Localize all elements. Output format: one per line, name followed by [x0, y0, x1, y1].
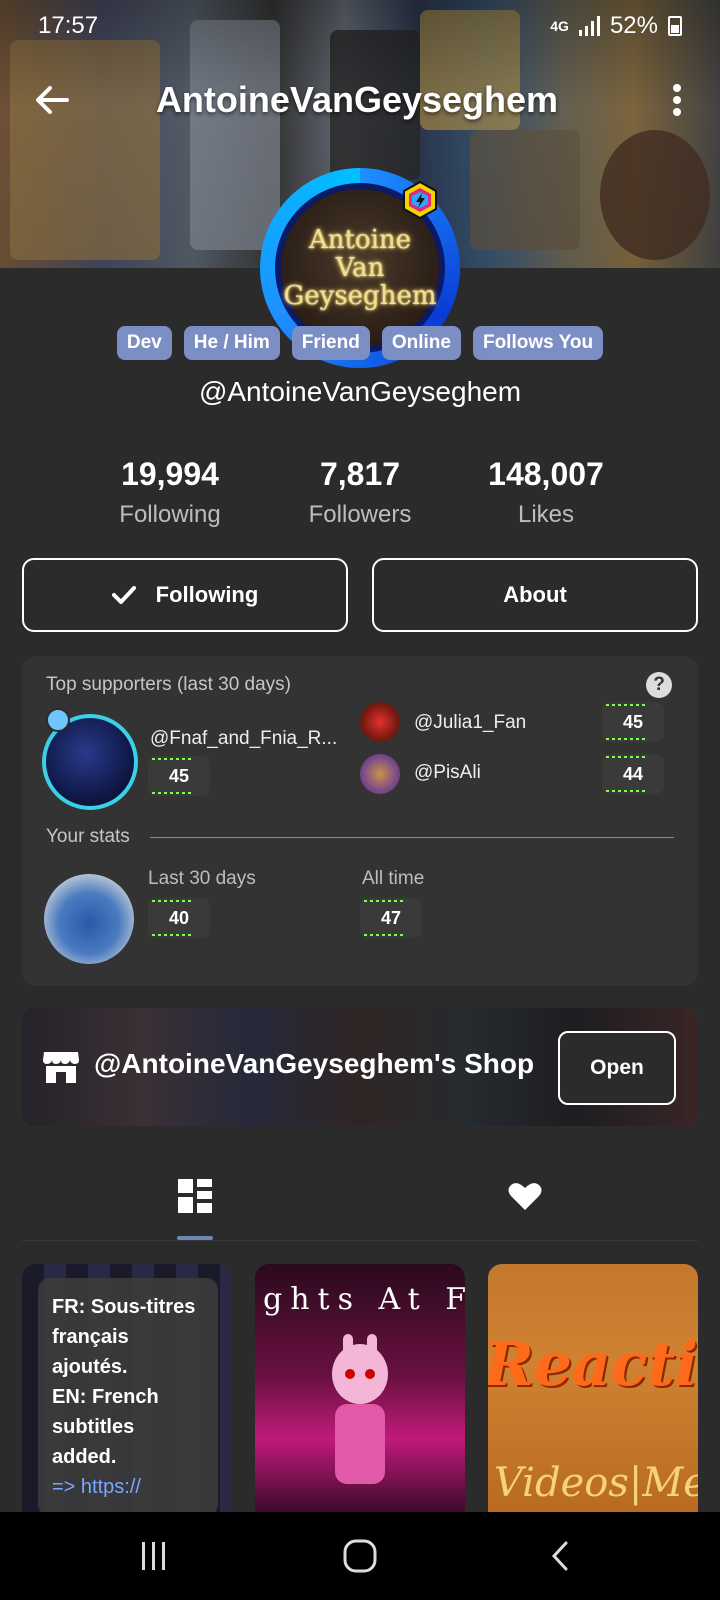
followers-count: 7,817: [319, 456, 401, 492]
avatar-text-1: Antoine: [308, 225, 412, 255]
following-label: Following: [119, 501, 221, 528]
supporter-points: 44: [602, 754, 664, 794]
tag-follows-you: Follows You: [472, 326, 604, 360]
supporter-points: 45: [602, 702, 664, 742]
supporter-avatar[interactable]: [360, 702, 400, 742]
help-icon[interactable]: ?: [646, 672, 672, 698]
last-30-days-label: Last 30 days: [148, 868, 256, 889]
description-line: EN: French: [52, 1386, 159, 1408]
profile-handle: @AntoineVanGeyseghem: [198, 376, 522, 407]
tag-dev: Dev: [116, 326, 172, 360]
tag-friend: Friend: [291, 326, 370, 360]
about-button-label: About: [503, 582, 567, 607]
video-tile[interactable]: FR: Sous-titres français ajoutés. EN: Fr…: [22, 1264, 232, 1514]
avatar-text-3: Geyseghem: [283, 281, 437, 311]
your-stats-label: Your stats: [46, 826, 130, 847]
grid-icon: [178, 1179, 212, 1213]
tag-online: Online: [381, 326, 461, 360]
stat-following[interactable]: 19,994 Following: [80, 456, 260, 529]
supporter-badge-icon: [46, 708, 70, 732]
more-vertical-icon: [673, 84, 681, 116]
supporter-name[interactable]: @PisAli: [414, 762, 481, 784]
description-line: added.: [52, 1446, 117, 1468]
system-back-button[interactable]: [520, 1528, 600, 1584]
your-stats-header: Your stats: [46, 826, 674, 848]
chevron-left-icon: [551, 1541, 568, 1571]
recents-button[interactable]: [114, 1528, 194, 1584]
battery-percent: 52%: [609, 12, 658, 39]
check-icon: [111, 586, 136, 604]
shop-title: @AntoineVanGeyseghem's Shop: [94, 1048, 535, 1079]
supporters-card: Top supporters (last 30 days) ? @Fnaf_an…: [22, 656, 698, 986]
top-supporter-points: 45: [148, 756, 210, 796]
following-button-label: Following: [155, 582, 259, 607]
video-thumbnail-text: Reacti: [488, 1330, 698, 1400]
description-line: FR: Sous-titres: [52, 1296, 196, 1318]
all-time-label: All time: [362, 868, 425, 889]
description-line: subtitles: [52, 1416, 135, 1438]
followers-label: Followers: [308, 501, 412, 528]
video-description: FR: Sous-titres français ajoutés. EN: Fr…: [38, 1278, 218, 1514]
divider: [149, 836, 674, 838]
video-tile[interactable]: Reacti Videos|Me: [488, 1264, 698, 1514]
hexagon-badge-icon: [403, 180, 437, 220]
network-type-icon: 4G: [550, 18, 569, 34]
arrow-left-icon: [36, 86, 69, 114]
stat-likes: 148,007 Likes: [456, 456, 636, 529]
back-button[interactable]: [22, 70, 82, 130]
supporter-name[interactable]: @Julia1_Fan: [414, 712, 526, 734]
description-line: français: [52, 1326, 129, 1348]
description-line: ajoutés.: [52, 1356, 128, 1378]
last-30-days-points: 40: [148, 898, 210, 938]
shop-banner[interactable]: @AntoineVanGeyseghem's Shop Open: [22, 1008, 698, 1126]
stat-followers[interactable]: 7,817 Followers: [270, 456, 450, 529]
top-supporter-name[interactable]: @Fnaf_and_Fnia_R...: [150, 728, 337, 750]
store-icon: [43, 1052, 79, 1083]
signal-icon: [578, 16, 600, 36]
recents-icon: [142, 1542, 165, 1570]
supporter-avatar[interactable]: [360, 754, 400, 794]
profile-tags: Dev He / Him Friend Online Follows You: [0, 326, 720, 360]
status-bar: 17:57 4G 52%: [0, 0, 720, 52]
open-shop-button[interactable]: Open: [558, 1031, 676, 1105]
home-icon: [343, 1539, 377, 1573]
following-button[interactable]: Following: [22, 558, 348, 632]
battery-icon: [668, 16, 682, 36]
likes-label: Likes: [517, 501, 575, 528]
supporters-title: Top supporters (last 30 days): [46, 674, 292, 695]
status-time: 17:57: [38, 12, 99, 39]
home-button[interactable]: [320, 1528, 400, 1584]
animatronic-figure: [332, 1334, 388, 1484]
description-link[interactable]: https://: [81, 1476, 141, 1498]
my-avatar: [44, 874, 134, 964]
top-app-bar: AntoineVanGeyseghem: [0, 66, 720, 134]
video-thumbnail-subtext: Videos|Me: [494, 1460, 698, 1506]
following-count: 19,994: [121, 456, 219, 492]
avatar-text-2: Van: [335, 253, 385, 283]
tag-pronouns: He / Him: [183, 326, 280, 360]
heart-icon: [508, 1183, 542, 1210]
all-time-points: 47: [360, 898, 422, 938]
video-thumbnail-text: ghts At F: [263, 1282, 465, 1317]
tab-videos[interactable]: [165, 1166, 225, 1226]
video-tile[interactable]: ghts At F: [255, 1264, 465, 1514]
system-nav-bar: [0, 1512, 720, 1600]
likes-count: 148,007: [488, 456, 604, 492]
tabs-divider: [22, 1240, 698, 1241]
tab-liked[interactable]: [495, 1166, 555, 1226]
about-button[interactable]: About: [372, 558, 698, 632]
more-options-button[interactable]: [652, 70, 702, 130]
link-prefix: =>: [52, 1476, 81, 1498]
page-title: AntoineVanGeyseghem: [155, 79, 559, 120]
